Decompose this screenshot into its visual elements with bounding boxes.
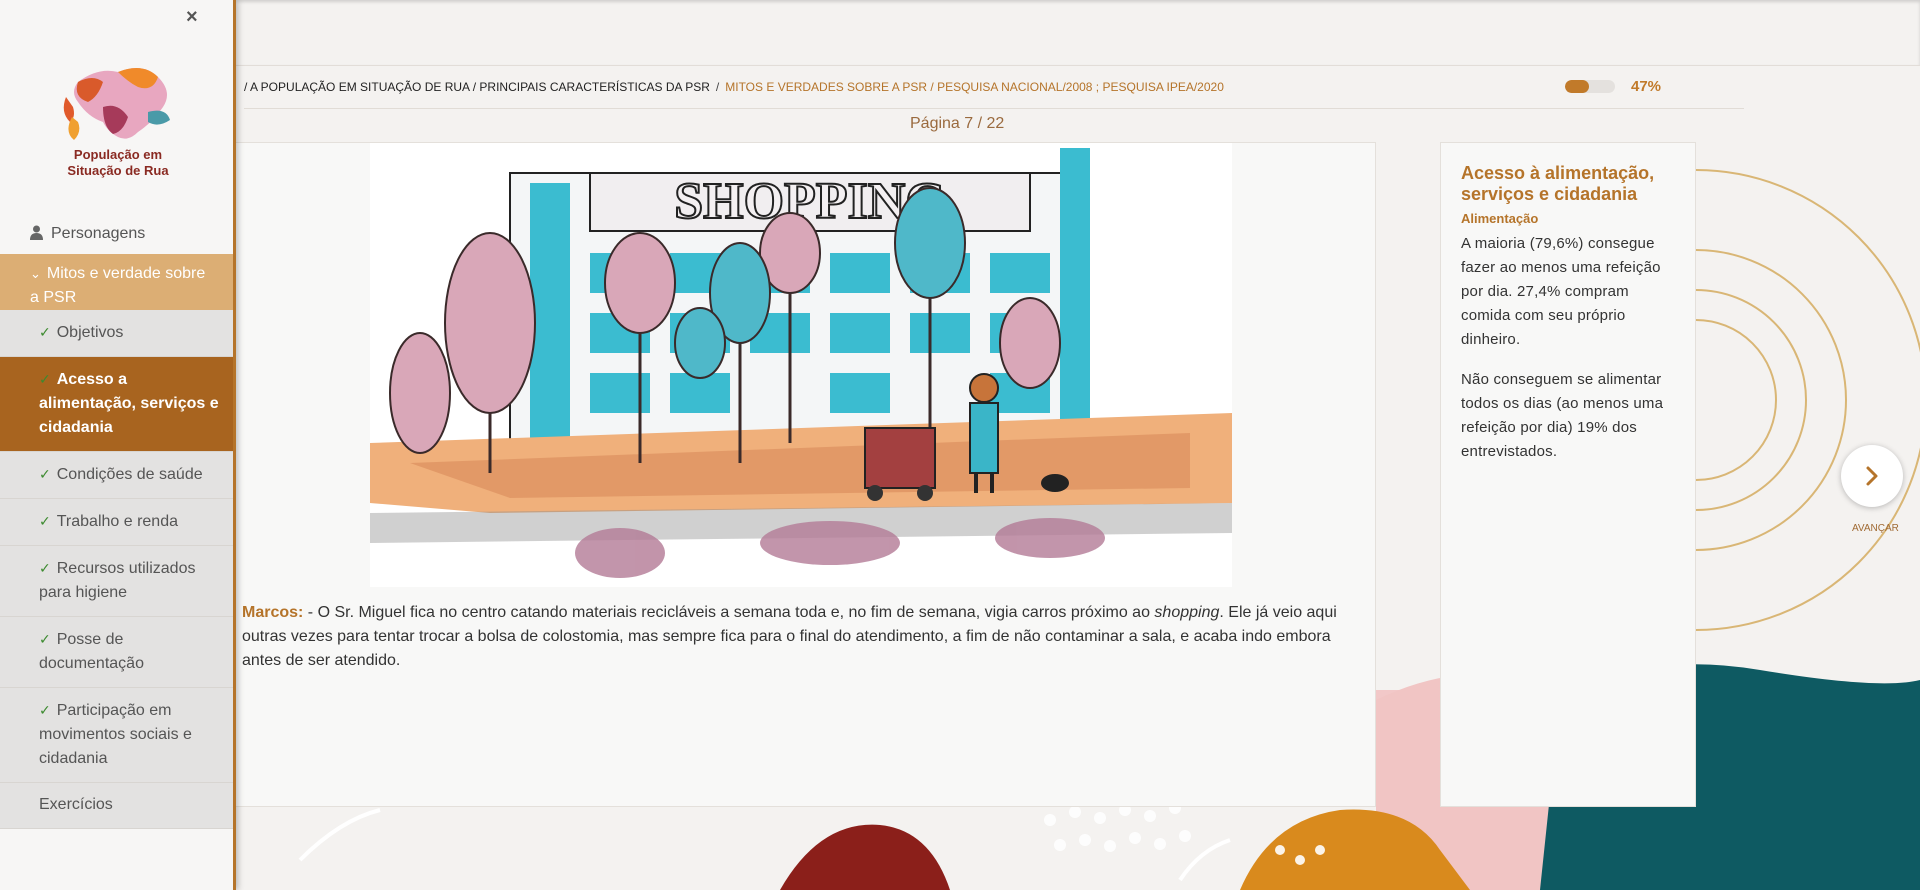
- sidebar-item-posse-documentacao[interactable]: ✓ Posse de documentação: [0, 617, 233, 688]
- sidebar-section-mitos[interactable]: ⌄ Mitos e verdade sobre a PSR: [0, 254, 233, 310]
- scene-svg: SHOPPING: [370, 143, 1232, 587]
- sidebar: × População em Situação de Rua Personage…: [0, 0, 236, 890]
- breadcrumb-current: MITOS E VERDADES SOBRE A PSR / PESQUISA …: [725, 80, 1224, 94]
- sidebar-item-label: Participação em movimentos sociais e cid…: [39, 702, 192, 767]
- progress-indicator: 47%: [1565, 78, 1661, 95]
- check-icon: ✓: [39, 513, 51, 529]
- sidebar-item-label: Objetivos: [56, 324, 124, 341]
- breadcrumb: / A POPULAÇÃO EM SITUAÇÃO DE RUA / PRINC…: [244, 80, 1224, 94]
- check-icon: ✓: [39, 324, 51, 340]
- info-paragraph: Não conseguem se alimentar todos os dias…: [1461, 371, 1664, 460]
- check-icon: ✓: [39, 466, 51, 482]
- dialogue-text-before: - O Sr. Miguel fica no centro catando ma…: [303, 604, 1155, 621]
- check-icon: ✓: [39, 560, 51, 576]
- sidebar-item-trabalho-renda[interactable]: ✓ Trabalho e renda: [0, 499, 233, 546]
- breadcrumb-separator: /: [715, 80, 720, 94]
- sidebar-item-label: Condições de saúde: [56, 466, 203, 483]
- sidebar-item-label: Exercícios: [39, 796, 113, 813]
- chevron-down-icon: ⌄: [30, 266, 41, 281]
- logo-map-icon: [63, 68, 170, 140]
- chevron-right-icon: [1866, 466, 1878, 486]
- info-paragraph: A maioria (79,6%) consegue fazer ao meno…: [1461, 235, 1661, 348]
- check-icon: ✓: [39, 371, 51, 387]
- logo-text: População em Situação de Rua: [0, 147, 233, 179]
- progress-track: [1565, 80, 1615, 93]
- progress-label: 47%: [1631, 78, 1662, 95]
- sidebar-item-label: Personagens: [51, 225, 146, 242]
- sidebar-item-label: Recursos utilizados para higiene: [39, 560, 196, 601]
- info-card: Acesso à alimentação, serviços e cidadan…: [1440, 142, 1696, 807]
- sidebar-item-exercicios[interactable]: Exercícios: [0, 783, 233, 829]
- close-icon[interactable]: ×: [186, 6, 198, 29]
- sidebar-item-participacao[interactable]: ✓ Participação em movimentos sociais e ci…: [0, 688, 233, 783]
- sidebar-item-label: Trabalho e renda: [56, 513, 178, 530]
- check-icon: ✓: [39, 702, 51, 718]
- sidebar-menu: Personagens ⌄ Mitos e verdade sobre a PSR…: [0, 214, 233, 829]
- breadcrumb-path[interactable]: / A POPULAÇÃO EM SITUAÇÃO DE RUA / PRINC…: [244, 80, 710, 94]
- page-indicator: Página 7 / 22: [910, 115, 1005, 132]
- next-button[interactable]: [1841, 445, 1903, 507]
- sidebar-section-label: Mitos e verdade sobre a PSR: [30, 265, 206, 306]
- check-icon: ✓: [39, 631, 51, 647]
- sidebar-item-recursos-higiene[interactable]: ✓ Recursos utilizados para higiene: [0, 546, 233, 617]
- sidebar-item-label: Posse de documentação: [39, 631, 144, 672]
- info-title: Acesso à alimentação, serviços e cidadan…: [1461, 163, 1655, 204]
- logo-text-line: Situação de Rua: [67, 163, 169, 178]
- sidebar-item-objetivos[interactable]: ✓ Objetivos: [0, 310, 233, 357]
- next-label[interactable]: AVANÇAR: [1852, 523, 1899, 534]
- sidebar-item-acesso-alimentacao[interactable]: ✓ Acesso a alimentação, serviços e cidada…: [0, 357, 233, 452]
- shopping-scene-illustration: SHOPPING: [370, 143, 1232, 587]
- breadcrumb-divider: [244, 108, 1744, 109]
- sidebar-item-label: Acesso a alimentação, serviços e cidadan…: [39, 371, 219, 436]
- progress-fill: [1565, 80, 1589, 93]
- person-icon: [30, 225, 43, 240]
- sidebar-item-personagens[interactable]: Personagens: [0, 214, 233, 254]
- info-subtitle: Alimentação: [1461, 211, 1539, 226]
- dialogue-text: Marcos: - O Sr. Miguel fica no centro ca…: [242, 601, 1362, 673]
- top-bar: [0, 0, 1920, 66]
- dialogue-emphasis: shopping: [1154, 604, 1220, 621]
- logo-text-line: População em: [73, 147, 163, 162]
- sidebar-item-condicoes-saude[interactable]: ✓ Condições de saúde: [0, 452, 233, 499]
- content-card: SHOPPING Marcos: - O Sr. Miguel fica no …: [234, 142, 1376, 807]
- dialogue-speaker: Marcos:: [242, 604, 304, 621]
